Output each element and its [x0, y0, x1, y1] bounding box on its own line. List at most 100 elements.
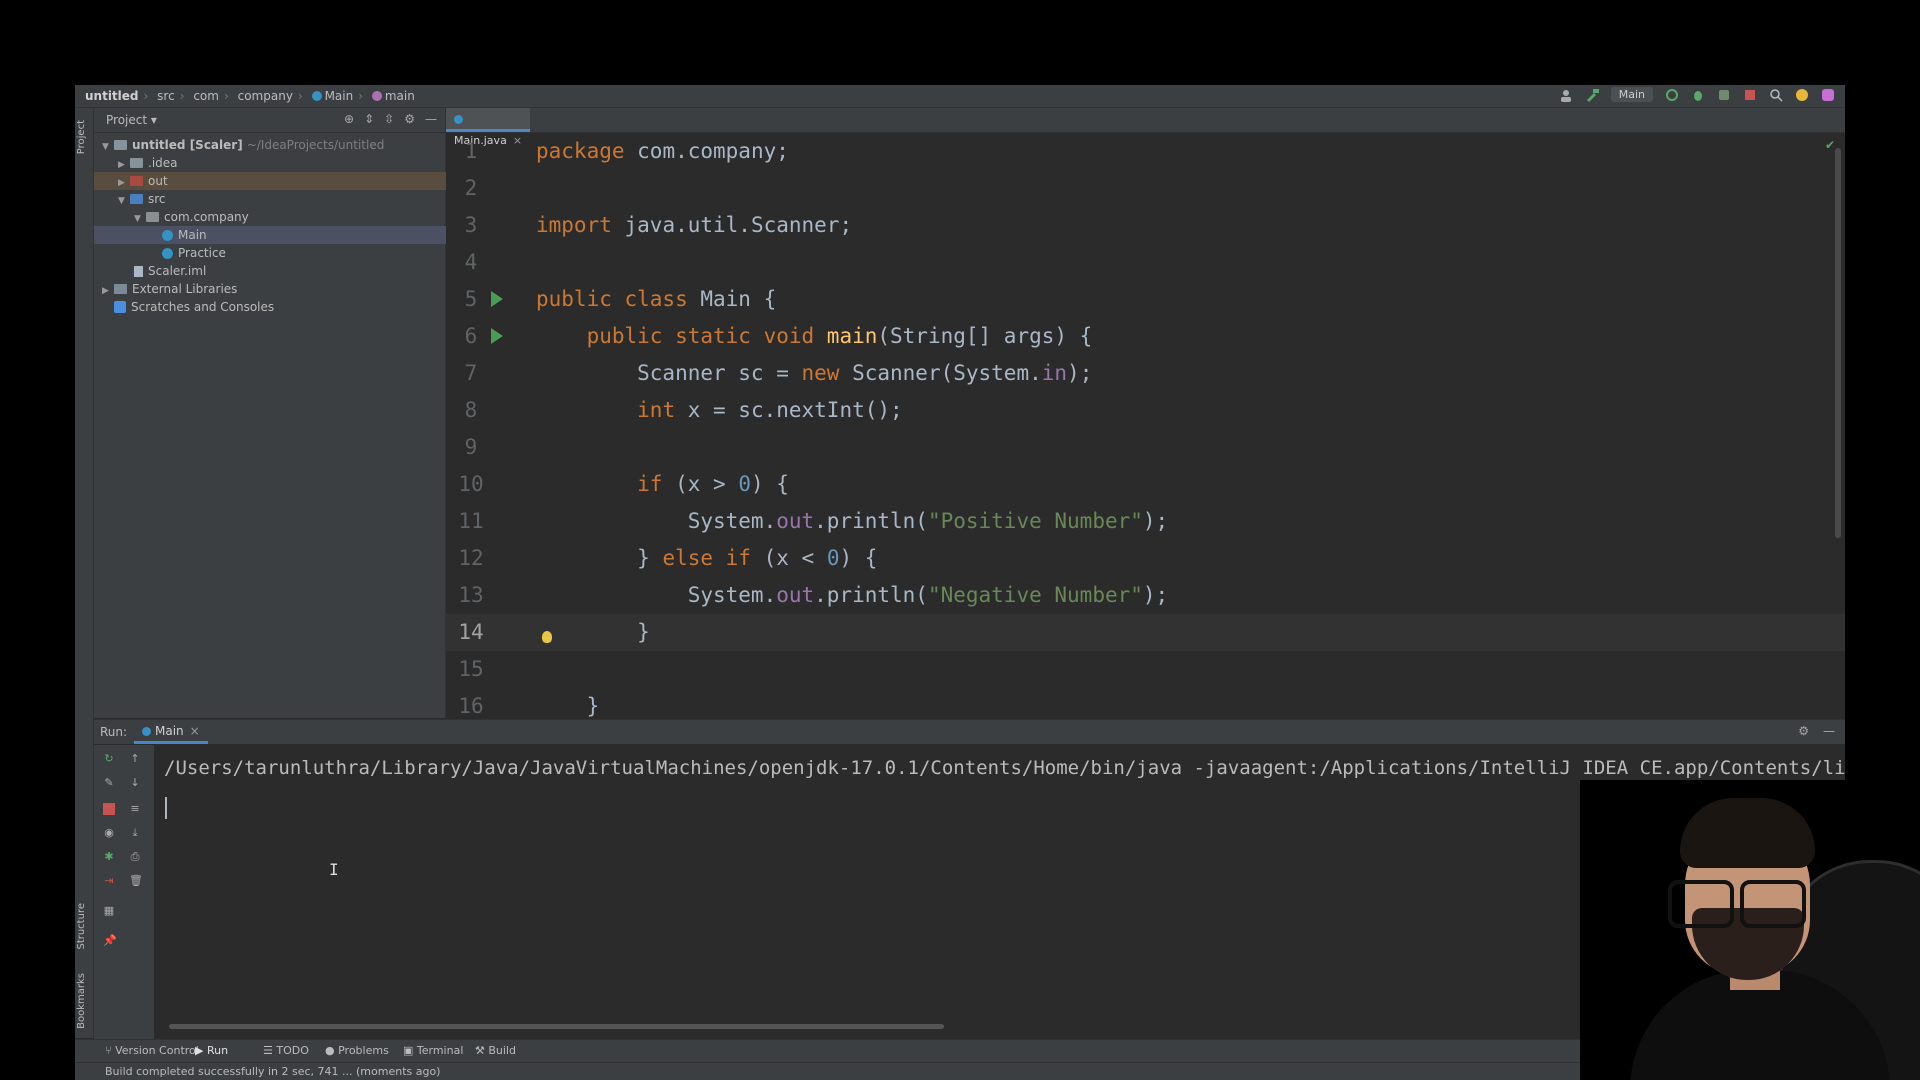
line-number[interactable]: 7 — [446, 355, 496, 392]
project-view-select[interactable]: Project ▾ — [106, 113, 157, 127]
todo-button[interactable]: ☰ TODO — [263, 1044, 309, 1057]
code-text[interactable]: } — [536, 614, 650, 651]
line-number[interactable]: 5 — [446, 281, 496, 318]
line-number[interactable]: 12 — [446, 540, 496, 577]
build-button[interactable]: ⚒ Build — [475, 1044, 516, 1057]
run-tool-button[interactable]: ▶ Run — [195, 1044, 228, 1057]
hide-icon[interactable]: — — [1823, 724, 1835, 738]
code-text[interactable]: int x = sc.nextInt(); — [536, 392, 903, 429]
line-number[interactable]: 8 — [446, 392, 496, 429]
wrench-icon[interactable]: ✎ — [103, 777, 115, 789]
code-area[interactable]: 1 package com.company; 2 3 import java.util.… — [446, 133, 1845, 718]
soft-wrap-icon[interactable]: ≡ — [129, 803, 141, 815]
code-text[interactable]: } else if (x < 0) { — [536, 540, 877, 577]
tree-item-scratches[interactable]: Scratches and Consoles — [94, 298, 465, 316]
run-gutter-icon[interactable] — [491, 328, 503, 344]
breadcrumb-company[interactable]: company — [238, 89, 293, 103]
ide-logo-icon[interactable] — [1821, 88, 1835, 102]
build-hammer-icon[interactable] — [1585, 88, 1599, 102]
tree-item-src[interactable]: ▼ src — [94, 190, 469, 208]
lightbulb-icon[interactable] — [542, 631, 552, 643]
code-line[interactable]: 4 — [446, 244, 1845, 281]
breadcrumb-project[interactable]: untitled — [85, 89, 139, 103]
code-line[interactable]: 9 — [446, 429, 1845, 466]
tree-item-package[interactable]: ▼ com.company — [94, 208, 485, 226]
layout-icon[interactable]: ▦ — [103, 905, 115, 917]
camera-icon[interactable]: ◉ — [103, 827, 115, 839]
gear-icon[interactable]: ⚙ — [404, 112, 415, 126]
code-text[interactable]: System.out.println("Negative Number"); — [536, 577, 1168, 614]
line-number[interactable]: 9 — [446, 429, 496, 466]
code-text[interactable]: package com.company; — [536, 133, 789, 170]
bookmarks-tool-button[interactable]: Bookmarks — [76, 973, 87, 1029]
line-number[interactable]: 13 — [446, 577, 496, 614]
line-number[interactable]: 14 — [446, 614, 496, 651]
code-line[interactable]: 15 — [446, 651, 1845, 688]
line-number[interactable]: 10 — [446, 466, 496, 503]
line-number[interactable]: 4 — [446, 244, 496, 281]
debug-icon[interactable]: ✱ — [103, 851, 115, 863]
stop-icon[interactable] — [1743, 88, 1757, 102]
rerun-icon[interactable]: ↻ — [103, 753, 115, 765]
update-icon[interactable] — [1795, 88, 1809, 102]
print-icon[interactable]: ⎙ — [129, 851, 141, 863]
code-text[interactable]: public static void main(String[] args) { — [536, 318, 1093, 355]
close-icon[interactable]: × — [190, 724, 200, 738]
run-configuration-select[interactable]: Main — [1610, 87, 1653, 102]
run-gutter-icon[interactable] — [491, 291, 503, 307]
breadcrumb-src[interactable]: src — [157, 89, 175, 103]
code-line[interactable]: 2 — [446, 170, 1845, 207]
breadcrumb-main-method[interactable]: main — [385, 89, 415, 103]
code-line[interactable]: 12 } else if (x < 0) { — [446, 540, 1845, 577]
rerun-icon[interactable] — [1665, 88, 1679, 102]
editor-scrollbar[interactable] — [1835, 148, 1841, 538]
code-text[interactable]: if (x > 0) { — [536, 466, 789, 503]
tree-item-out[interactable]: ▶ out — [94, 172, 469, 190]
collapse-all-icon[interactable]: ⇳ — [384, 112, 394, 126]
scroll-to-end-icon[interactable]: ⤓ — [129, 827, 141, 839]
status-message[interactable]: Build completed successfully in 2 sec, 7… — [105, 1065, 440, 1078]
tree-item-idea[interactable]: ▶ .idea — [94, 154, 469, 172]
code-line[interactable]: 5 public class Main { — [446, 281, 1845, 318]
up-arrow-icon[interactable]: ↑ — [129, 753, 141, 765]
terminal-button[interactable]: ▣ Terminal — [403, 1044, 463, 1057]
code-line[interactable]: 10 if (x > 0) { — [446, 466, 1845, 503]
line-number[interactable]: 2 — [446, 170, 496, 207]
expand-all-icon[interactable]: ⇕ — [364, 112, 374, 126]
trash-icon[interactable]: 🗑 — [129, 875, 143, 887]
no-problems-check-icon[interactable]: ✔ — [1825, 138, 1835, 152]
console-scrollbar[interactable] — [169, 1024, 944, 1029]
code-line[interactable]: 1 package com.company; — [446, 133, 1845, 170]
run-tab-main[interactable]: Main × — [134, 720, 208, 744]
code-line[interactable]: 11 System.out.println("Positive Number")… — [446, 503, 1845, 540]
code-line[interactable]: 3 import java.util.Scanner; — [446, 207, 1845, 244]
line-number[interactable]: 6 — [446, 318, 496, 355]
project-tool-button[interactable]: Project — [76, 120, 87, 154]
code-line[interactable]: 8 int x = sc.nextInt(); — [446, 392, 1845, 429]
tree-item-external-libraries[interactable]: ▶ External Libraries — [94, 280, 453, 298]
tab-main-java[interactable]: Main.java × — [446, 108, 530, 147]
hide-icon[interactable]: — — [425, 112, 437, 126]
code-line[interactable]: 7 Scanner sc = new Scanner(System.in); — [446, 355, 1845, 392]
debug-icon[interactable] — [1691, 88, 1705, 102]
structure-tool-button[interactable]: Structure — [76, 903, 87, 950]
tree-item-project-root[interactable]: ▼ untitled [Scaler] ~/IdeaProjects/untitle… — [94, 136, 453, 154]
version-control-button[interactable]: ⑂ Version Control — [105, 1044, 199, 1057]
line-number[interactable]: 15 — [446, 651, 496, 688]
coverage-icon[interactable] — [1717, 88, 1731, 102]
problems-button[interactable]: ● Problems — [325, 1044, 389, 1057]
code-text[interactable]: Scanner sc = new Scanner(System.in); — [536, 355, 1092, 392]
code-line[interactable]: 13 System.out.println("Negative Number")… — [446, 577, 1845, 614]
down-arrow-icon[interactable]: ↓ — [129, 777, 141, 789]
code-line[interactable]: 6 public static void main(String[] args)… — [446, 318, 1845, 355]
line-number[interactable]: 1 — [446, 133, 496, 170]
breadcrumb-main-class[interactable]: Main — [325, 89, 354, 103]
code-text[interactable]: System.out.println("Positive Number"); — [536, 503, 1168, 540]
gear-icon[interactable]: ⚙ — [1798, 724, 1809, 738]
code-text[interactable]: import java.util.Scanner; — [536, 207, 852, 244]
code-line[interactable]: 14 } — [446, 614, 1845, 651]
user-icon[interactable] — [1559, 88, 1573, 102]
line-number[interactable]: 11 — [446, 503, 496, 540]
line-number[interactable]: 3 — [446, 207, 496, 244]
search-icon[interactable] — [1769, 88, 1783, 102]
